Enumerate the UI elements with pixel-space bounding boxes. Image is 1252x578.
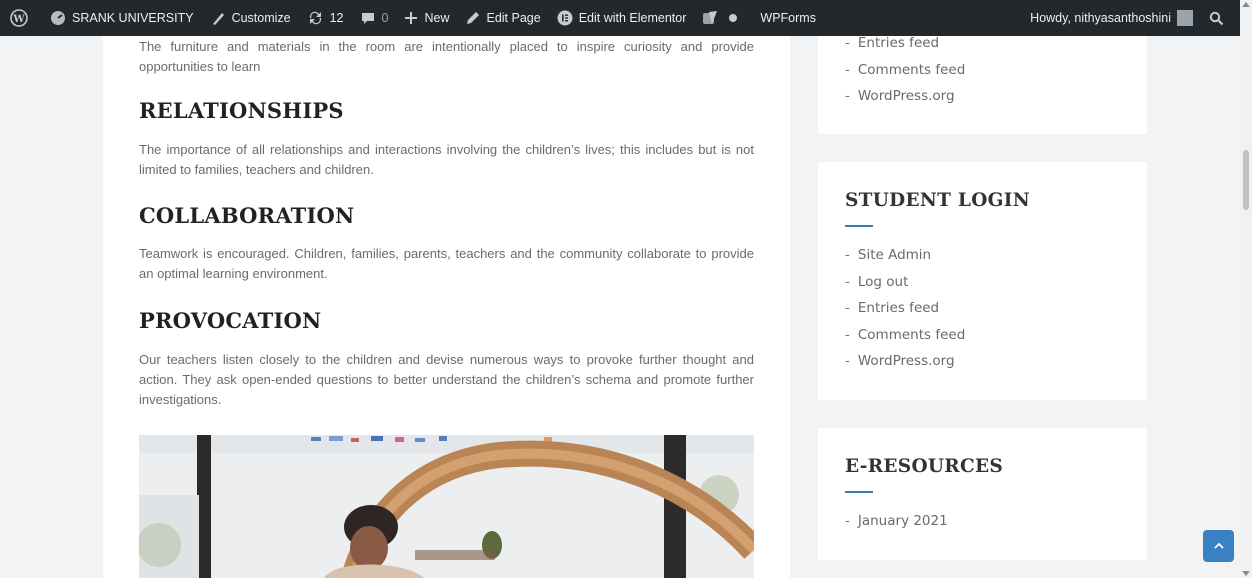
edit-page-link[interactable]: Edit Page — [457, 0, 548, 36]
customize-label: Customize — [231, 11, 291, 25]
site-name-link[interactable]: SRANK UNIVERSITY — [42, 0, 202, 36]
comments-count: 0 — [381, 11, 389, 25]
yoast-icon — [703, 11, 718, 24]
list-item[interactable]: - Site Admin — [845, 242, 965, 269]
page-scrollbar[interactable] — [1240, 0, 1252, 578]
wordpress-org-link[interactable]: WordPress.org — [858, 353, 955, 369]
svg-text:W: W — [12, 14, 25, 25]
admin-search[interactable] — [1201, 0, 1240, 36]
provocation-text: Our teachers listen closely to the child… — [139, 352, 754, 407]
new-content-link[interactable]: New — [396, 0, 457, 36]
log-out-link[interactable]: Log out — [858, 274, 909, 290]
list-item[interactable]: - Comments feed — [845, 57, 965, 84]
widget-title-rule — [845, 225, 873, 227]
wordpress-icon: W — [10, 9, 28, 27]
edit-page-label: Edit Page — [486, 11, 541, 25]
collaboration-text: Teamwork is encouraged. Children, famili… — [139, 246, 754, 281]
heading-provocation: PROVOCATION — [139, 308, 322, 333]
howdy-text: Howdy, nithyasanthoshini — [1030, 11, 1171, 25]
list-item[interactable]: - Log out — [845, 269, 965, 296]
updates-count: 12 — [329, 11, 344, 25]
edit-elementor-link[interactable]: Edit with Elementor — [549, 0, 695, 36]
site-admin-link[interactable]: Site Admin — [858, 247, 931, 263]
e-resources-list: - January 2021 — [845, 508, 948, 535]
scroll-up-arrow-icon[interactable] — [1242, 2, 1250, 7]
comments-feed-link[interactable]: Comments feed — [858, 327, 965, 343]
list-item[interactable]: - Entries feed — [845, 295, 965, 322]
wpforms-link[interactable]: WPForms — [752, 0, 824, 36]
list-item[interactable]: - January 2021 — [845, 508, 948, 535]
student-login-widget: STUDENT LOGIN - Site Admin - Log out - Entr… — [818, 162, 1147, 400]
site-name: SRANK UNIVERSITY — [72, 11, 194, 25]
meta-widget: - Entries feed - Comments feed - WordPress.… — [818, 35, 1147, 134]
widget-title-e-resources: E-RESOURCES — [845, 456, 1004, 477]
yoast-seo-menu[interactable] — [694, 0, 752, 36]
list-item[interactable]: - WordPress.org — [845, 83, 965, 110]
updates-link[interactable]: 12 — [299, 0, 352, 36]
relationships-text: The importance of all relationships and … — [139, 142, 754, 177]
wordpress-menu[interactable]: W — [0, 0, 42, 36]
chevron-up-icon — [1213, 542, 1224, 549]
wordpress-org-link[interactable]: WordPress.org — [858, 88, 955, 104]
refresh-icon — [309, 11, 321, 25]
plus-icon — [405, 12, 418, 24]
heading-relationships: RELATIONSHIPS — [139, 98, 344, 123]
list-item[interactable]: - WordPress.org — [845, 348, 965, 375]
intro-paragraph: The furniture and materials in the room … — [139, 39, 754, 74]
brush-icon — [212, 13, 224, 25]
customize-link[interactable]: Customize — [202, 0, 299, 36]
wpforms-label: WPForms — [760, 11, 816, 25]
comment-icon — [361, 13, 374, 24]
heading-collaboration: COLLABORATION — [139, 203, 355, 228]
search-icon — [1209, 11, 1224, 25]
dot-icon — [729, 14, 738, 22]
classroom-photo — [139, 435, 754, 578]
widget-title-student-login: STUDENT LOGIN — [845, 190, 1030, 211]
entries-feed-link[interactable]: Entries feed — [858, 300, 939, 316]
scroll-down-arrow-icon[interactable] — [1242, 571, 1250, 576]
widget-title-rule — [845, 491, 873, 493]
dashboard-icon — [51, 11, 65, 25]
comments-feed-link[interactable]: Comments feed — [858, 62, 965, 78]
e-resources-widget: E-RESOURCES - January 2021 — [818, 428, 1147, 560]
list-item[interactable]: - Comments feed — [845, 322, 965, 349]
avatar — [1177, 10, 1193, 26]
student-login-list: - Site Admin - Log out - Entries feed - Comm… — [845, 242, 965, 375]
comments-link[interactable]: 0 — [352, 0, 397, 36]
page-content: The furniture and materials in the room … — [103, 36, 790, 578]
classroom-photo-illustration — [139, 435, 754, 578]
my-account-menu[interactable]: Howdy, nithyasanthoshini — [1022, 0, 1201, 36]
entries-feed-link[interactable]: Entries feed — [858, 35, 939, 51]
pencil-icon — [467, 11, 480, 24]
scroll-thumb[interactable] — [1243, 150, 1249, 210]
january-2021-link[interactable]: January 2021 — [858, 513, 948, 529]
elementor-icon — [557, 10, 573, 26]
back-to-top-button[interactable] — [1203, 530, 1234, 562]
new-label: New — [424, 11, 450, 25]
edit-elementor-label: Edit with Elementor — [578, 11, 687, 25]
admin-bar: W SRANK UNIVERSITY Customize 12 0 New Ed… — [0, 0, 1240, 36]
meta-widget-list: - Entries feed - Comments feed - WordPress.… — [845, 30, 965, 110]
